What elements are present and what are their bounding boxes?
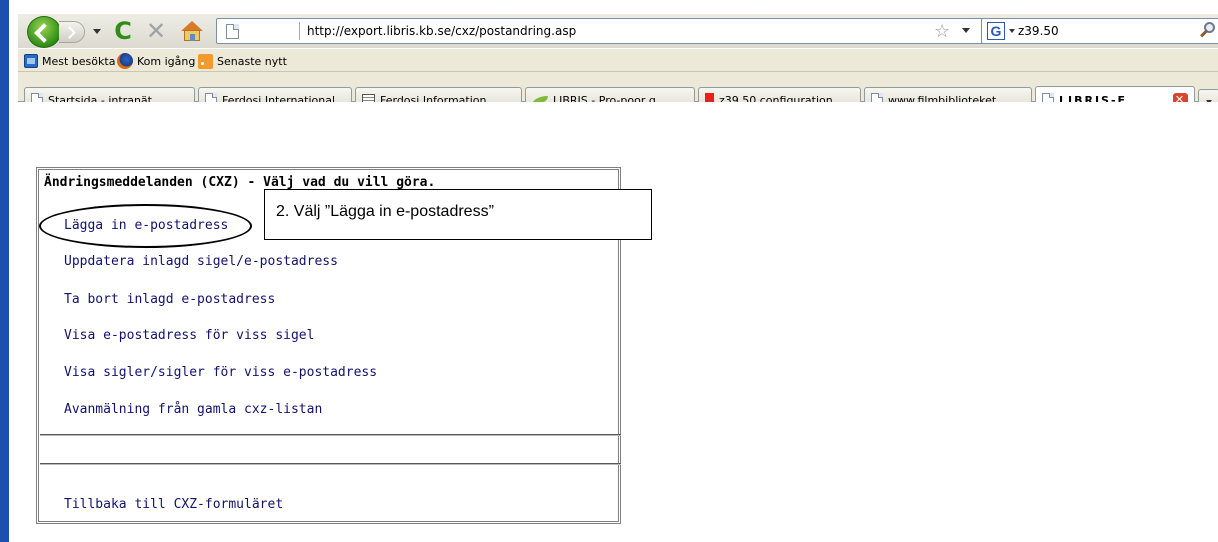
instruction-callout: 2. Välj ”Lägga in e-postadress” (264, 189, 652, 240)
search-bar[interactable]: G z39.50 (981, 18, 1218, 44)
highlight-ellipse (39, 204, 252, 248)
firefox-icon (117, 53, 133, 69)
bookmark-star-icon[interactable]: ☆ (934, 21, 950, 42)
stop-button[interactable]: ✕ (144, 18, 168, 44)
bookmark-getting-started[interactable]: Kom igång (117, 52, 195, 70)
link-update-sigel-email[interactable]: Uppdatera inlagd sigel/e-postadress (64, 254, 338, 269)
divider (40, 463, 621, 465)
search-icon[interactable] (1198, 21, 1218, 41)
page-title: Ändringsmeddelanden (CXZ) - Välj vad du … (44, 175, 436, 190)
link-show-sigels-for-email[interactable]: Visa sigler/sigler för viss e-postadress (64, 365, 377, 380)
url-text[interactable]: http://export.libris.kb.se/cxz/postandri… (307, 24, 576, 38)
bookmark-latest-news[interactable]: Senaste nytt (198, 52, 287, 70)
address-bar[interactable]: http://export.libris.kb.se/cxz/postandri… (216, 18, 988, 44)
rss-icon (198, 53, 213, 69)
link-unsubscribe-old-list[interactable]: Avanmälning från gamla cxz-listan (64, 402, 322, 417)
most-visited-icon (24, 54, 38, 68)
search-input[interactable]: z39.50 (1018, 24, 1059, 38)
google-icon[interactable]: G (987, 22, 1005, 40)
bookmark-label: Mest besökta (42, 54, 116, 68)
back-button[interactable] (27, 16, 61, 48)
history-dropdown-button[interactable] (89, 23, 105, 39)
link-remove-email[interactable]: Ta bort inlagd e-postadress (64, 292, 275, 307)
link-back-to-cxz-form[interactable]: Tillbaka till CXZ-formuläret (64, 497, 283, 512)
page-content: Ändringsmeddelanden (CXZ) - Välj vad du … (18, 102, 1218, 542)
forward-button[interactable] (59, 21, 85, 43)
bookmark-label: Kom igång (137, 54, 196, 68)
navigation-toolbar: C ✕ http://export.libris.kb.se/cxz/posta… (18, 14, 1218, 48)
reload-button[interactable]: C (111, 18, 135, 44)
page-icon (226, 24, 239, 39)
bookmarks-toolbar: Mest besökta Kom igång Senaste nytt (18, 48, 1218, 72)
home-button[interactable] (180, 20, 204, 42)
url-dropdown-button[interactable] (962, 28, 970, 33)
search-engine-dropdown[interactable] (1009, 29, 1015, 33)
divider (40, 434, 621, 436)
callout-text: 2. Välj ”Lägga in e-postadress” (276, 203, 494, 220)
bookmark-most-visited[interactable]: Mest besökta (24, 52, 115, 70)
link-show-email-for-sigel[interactable]: Visa e-postadress för viss sigel (64, 328, 314, 343)
browser-window: C ✕ http://export.libris.kb.se/cxz/posta… (0, 0, 1218, 542)
tab-bar: Startsida - intranät Ferdosi Internation… (18, 72, 1218, 114)
bookmark-label: Senaste nytt (217, 54, 287, 68)
